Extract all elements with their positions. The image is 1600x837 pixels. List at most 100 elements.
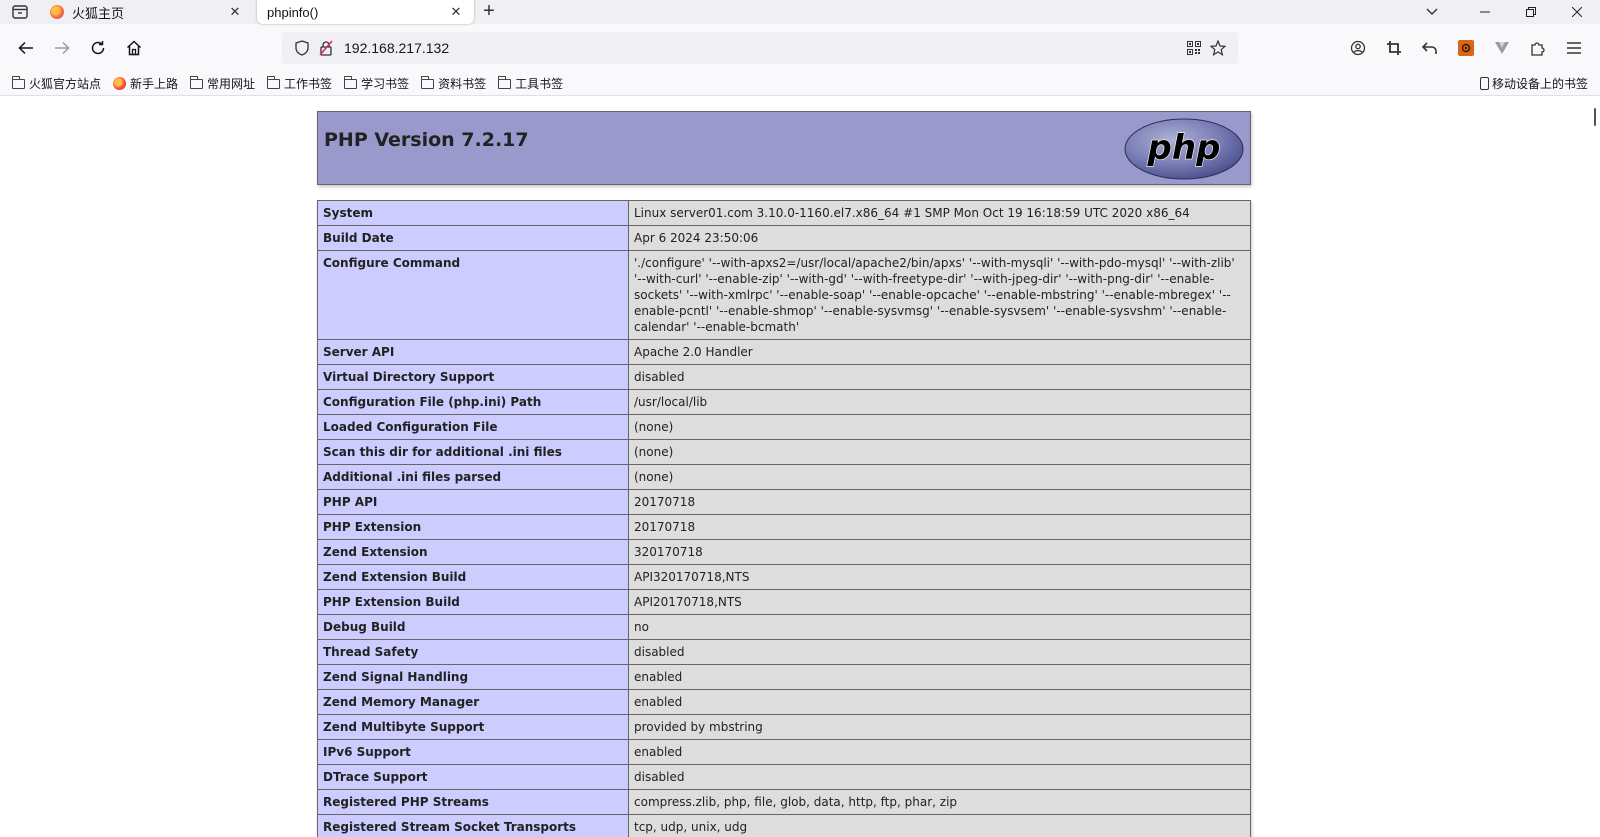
phpinfo-container: PHP Version 7.2.17 php System Linux serve… xyxy=(317,111,1251,837)
account-button[interactable] xyxy=(1340,32,1376,64)
restore-icon xyxy=(1526,7,1536,17)
setting-value: provided by mbstring xyxy=(628,714,1251,740)
table-row: Zend Extension 320170718 xyxy=(317,539,1251,565)
extension-v-button[interactable] xyxy=(1484,32,1520,64)
bookmark-folder-study[interactable]: 学习书签 xyxy=(344,75,409,92)
setting-key: Registered PHP Streams xyxy=(317,789,629,815)
bookmark-star-icon[interactable] xyxy=(1206,40,1230,56)
mobile-bookmarks[interactable]: 移动设备上的书签 xyxy=(1479,75,1588,92)
page-content[interactable]: PHP Version 7.2.17 php System Linux serve… xyxy=(0,96,1600,837)
back-arrow-icon xyxy=(18,41,33,55)
close-icon xyxy=(1572,7,1582,17)
table-row: Zend Signal Handling enabled xyxy=(317,664,1251,690)
insecure-lock-icon[interactable] xyxy=(314,40,338,56)
setting-value: 20170718 xyxy=(628,489,1251,515)
crop-icon xyxy=(1387,41,1401,55)
bookmark-label: 资料书签 xyxy=(438,77,487,91)
close-tab-icon[interactable]: ✕ xyxy=(227,4,243,20)
php-logo-icon[interactable]: php xyxy=(1124,118,1244,180)
table-row: Registered Stream Socket Transports tcp, … xyxy=(317,814,1251,837)
reload-button[interactable] xyxy=(80,32,116,64)
bookmark-folder-tools[interactable]: 工具书签 xyxy=(498,75,563,92)
new-tab-button[interactable]: + xyxy=(474,0,504,24)
url-text[interactable]: 192.168.217.132 xyxy=(338,40,1182,56)
setting-value: API320170718,NTS xyxy=(628,564,1251,590)
bookmark-label: 工具书签 xyxy=(515,77,564,91)
tab-firefox-home[interactable]: 火狐主页 ✕ xyxy=(40,0,253,24)
toolbar-extensions xyxy=(1340,32,1592,64)
navigation-toolbar: 192.168.217.132 xyxy=(0,24,1600,72)
close-tab-icon[interactable]: ✕ xyxy=(448,4,464,20)
setting-value: 320170718 xyxy=(628,539,1251,565)
tab-list-button[interactable] xyxy=(0,0,40,24)
table-row: Loaded Configuration File (none) xyxy=(317,414,1251,440)
screenshot-button[interactable] xyxy=(1376,32,1412,64)
scrollbar-thumb[interactable] xyxy=(1594,108,1596,126)
tab-phpinfo[interactable]: phpinfo() ✕ xyxy=(257,0,474,24)
table-row: PHP Extension 20170718 xyxy=(317,514,1251,540)
bookmark-folder-work[interactable]: 工作书签 xyxy=(267,75,332,92)
table-row: Additional .ini files parsed (none) xyxy=(317,464,1251,490)
qr-code-icon[interactable] xyxy=(1182,41,1206,55)
setting-key: Registered Stream Socket Transports xyxy=(317,814,629,837)
setting-key: Virtual Directory Support xyxy=(317,364,629,390)
setting-key: Zend Memory Manager xyxy=(317,689,629,715)
app-menu-button[interactable] xyxy=(1556,32,1592,64)
setting-key: Configure Command xyxy=(317,250,629,340)
tracking-protection-shield-icon[interactable] xyxy=(290,40,314,56)
bookmark-firefox-official[interactable]: 火狐官方站点 xyxy=(12,75,101,92)
table-row: Registered PHP Streams compress.zlib, php… xyxy=(317,789,1251,815)
tab-title: 火狐主页 xyxy=(72,5,125,21)
folder-icon xyxy=(190,75,204,89)
bookmark-folder-common[interactable]: 常用网址 xyxy=(190,75,255,92)
home-button[interactable] xyxy=(116,32,152,64)
table-row: Zend Extension Build API320170718,NTS xyxy=(317,564,1251,590)
setting-value: (none) xyxy=(628,439,1251,465)
table-row: PHP Extension Build API20170718,NTS xyxy=(317,589,1251,615)
forward-button[interactable] xyxy=(44,32,80,64)
setting-value: enabled xyxy=(628,739,1251,765)
table-row: Debug Build no xyxy=(317,614,1251,640)
hamburger-menu-icon xyxy=(1567,42,1581,54)
setting-key: Loaded Configuration File xyxy=(317,414,629,440)
close-window-button[interactable] xyxy=(1554,0,1600,24)
puzzle-piece-icon xyxy=(1531,42,1545,56)
setting-key: Server API xyxy=(317,339,629,365)
undo-button[interactable] xyxy=(1412,32,1448,64)
table-row: Thread Safety disabled xyxy=(317,639,1251,665)
folder-icon xyxy=(12,75,25,89)
setting-value: './configure' '--with-apxs2=/usr/local/a… xyxy=(628,250,1251,340)
table-row: Scan this dir for additional .ini files(… xyxy=(317,439,1251,465)
setting-value: Linux server01.com 3.10.0-1160.el7.x86_6… xyxy=(628,200,1251,226)
table-row: Zend Multibyte Support provided by mbstri… xyxy=(317,714,1251,740)
php-version-header: PHP Version 7.2.17 php xyxy=(317,111,1251,185)
extension-orange-button[interactable] xyxy=(1448,32,1484,64)
bookmark-label: 工作书签 xyxy=(284,77,333,91)
bookmarks-toolbar: 火狐官方站点 新手上路 常用网址 工作书签 学习书签 资料书签 工具书签 移动设… xyxy=(0,72,1600,96)
extensions-button[interactable] xyxy=(1520,32,1556,64)
setting-key: Zend Extension xyxy=(317,539,629,565)
list-all-tabs-button[interactable] xyxy=(1402,0,1462,24)
firefox-icon xyxy=(113,77,127,90)
folder-icon xyxy=(421,75,435,89)
address-bar[interactable]: 192.168.217.132 xyxy=(282,32,1238,64)
folder-icon xyxy=(498,75,512,89)
setting-key: PHP Extension xyxy=(317,514,629,540)
folder-icon xyxy=(267,75,281,89)
mobile-bookmarks-label: 移动设备上的书签 xyxy=(1491,77,1588,91)
minimize-button[interactable] xyxy=(1462,0,1508,24)
bookmark-folder-resources[interactable]: 资料书签 xyxy=(421,75,486,92)
bookmark-getting-started[interactable]: 新手上路 xyxy=(113,75,178,92)
account-icon xyxy=(1350,40,1366,56)
setting-key: Build Date xyxy=(317,225,629,251)
restore-button[interactable] xyxy=(1508,0,1554,24)
plus-icon: + xyxy=(483,0,495,22)
setting-key: Zend Multibyte Support xyxy=(317,714,629,740)
setting-value: disabled xyxy=(628,364,1251,390)
firefox-icon xyxy=(50,5,64,19)
setting-value: (none) xyxy=(628,414,1251,440)
table-row: System Linux server01.com 3.10.0-1160.el7… xyxy=(317,200,1251,226)
setting-value: enabled xyxy=(628,664,1251,690)
back-button[interactable] xyxy=(8,32,44,64)
table-row: Server API Apache 2.0 Handler xyxy=(317,339,1251,365)
